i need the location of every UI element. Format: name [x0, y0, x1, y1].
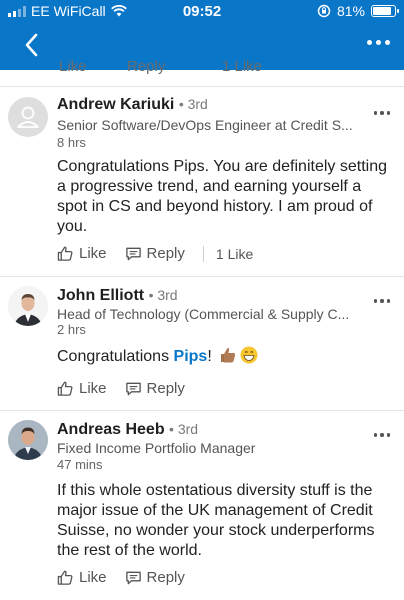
- battery-icon: [371, 5, 399, 17]
- more-options-button[interactable]: [367, 40, 390, 45]
- like-label: Like: [79, 380, 107, 397]
- reply-button[interactable]: Reply: [125, 245, 185, 262]
- avatar[interactable]: [8, 286, 48, 326]
- reply-button[interactable]: Reply: [127, 58, 165, 74]
- avatar[interactable]: [8, 420, 48, 460]
- like-button[interactable]: Like: [57, 380, 107, 397]
- reply-label: Reply: [146, 380, 185, 397]
- orientation-lock-icon: [317, 4, 331, 18]
- author-name[interactable]: Andrew Kariuki: [57, 96, 174, 113]
- like-button[interactable]: Like: [57, 245, 107, 262]
- comment-time: 47 mins: [57, 457, 103, 472]
- reply-label: Reply: [146, 569, 185, 586]
- thumbs-up-icon: [57, 381, 73, 396]
- grinning-face-emoji-icon: [240, 346, 258, 364]
- comment-john-elliott: John Elliott • 3rd Head of Technology (C…: [0, 277, 404, 411]
- connection-degree: • 3rd: [178, 96, 208, 112]
- reply-icon: [125, 247, 141, 261]
- connection-degree: • 3rd: [148, 287, 178, 303]
- like-button[interactable]: Like: [57, 569, 107, 586]
- body-text: !: [207, 348, 212, 365]
- reply-icon: [125, 382, 141, 396]
- status-bar: EE WiFiCall 09:52 81%: [0, 0, 404, 24]
- comment-more-button[interactable]: [373, 299, 390, 303]
- comment-body: Congratulations Pips!: [57, 346, 392, 367]
- comment-actions: Like Reply 1 Like: [57, 245, 253, 262]
- comment-more-button[interactable]: [373, 111, 390, 115]
- comment-body: Congratulations Pips. You are definitely…: [57, 158, 387, 235]
- author-headline: Head of Technology (Commercial & Supply …: [57, 306, 350, 322]
- profile-photo: [8, 286, 48, 326]
- mention-link[interactable]: Pips: [174, 348, 208, 365]
- likes-count[interactable]: 1 Like: [216, 246, 253, 262]
- action-separator: [202, 245, 204, 262]
- author-headline: Senior Software/DevOps Engineer at Credi…: [57, 117, 353, 133]
- back-chevron-icon[interactable]: [22, 32, 44, 58]
- comment-body: If this whole ostentatious diversity stu…: [57, 482, 375, 559]
- like-button[interactable]: Like: [59, 58, 87, 74]
- like-label: Like: [79, 245, 107, 262]
- reply-label: Reply: [146, 245, 185, 262]
- profile-photo: [8, 420, 48, 460]
- reply-button[interactable]: Reply: [125, 380, 185, 397]
- comment-more-button[interactable]: [373, 433, 390, 437]
- thumbs-up-icon: [57, 570, 73, 585]
- comment-actions: Like Reply: [57, 380, 203, 397]
- comment-andreas-heeb: Andreas Heeb • 3rd Fixed Income Portfoli…: [0, 411, 404, 600]
- thumbs-up-emoji-icon: [219, 346, 237, 364]
- like-label: Like: [79, 569, 107, 586]
- reply-button[interactable]: Reply: [125, 569, 185, 586]
- person-placeholder-icon: [17, 106, 39, 128]
- comment-time: 8 hrs: [57, 135, 86, 150]
- author-headline: Fixed Income Portfolio Manager: [57, 440, 256, 456]
- avatar[interactable]: [8, 97, 48, 137]
- previous-comment-actions: Like Reply 1 Like: [57, 56, 397, 74]
- comment-actions: Like Reply: [57, 569, 203, 586]
- body-text: Congratulations: [57, 348, 174, 365]
- comment-time: 2 hrs: [57, 322, 86, 337]
- author-name[interactable]: Andreas Heeb: [57, 421, 165, 438]
- reply-icon: [125, 571, 141, 585]
- comment-andrew-kariuki: Andrew Kariuki • 3rd Senior Software/Dev…: [0, 87, 404, 277]
- author-name[interactable]: John Elliott: [57, 287, 144, 304]
- likes-count[interactable]: 1 Like: [222, 58, 262, 74]
- battery-percent: 81%: [336, 3, 365, 19]
- thumbs-up-icon: [57, 246, 73, 261]
- connection-degree: • 3rd: [169, 421, 199, 437]
